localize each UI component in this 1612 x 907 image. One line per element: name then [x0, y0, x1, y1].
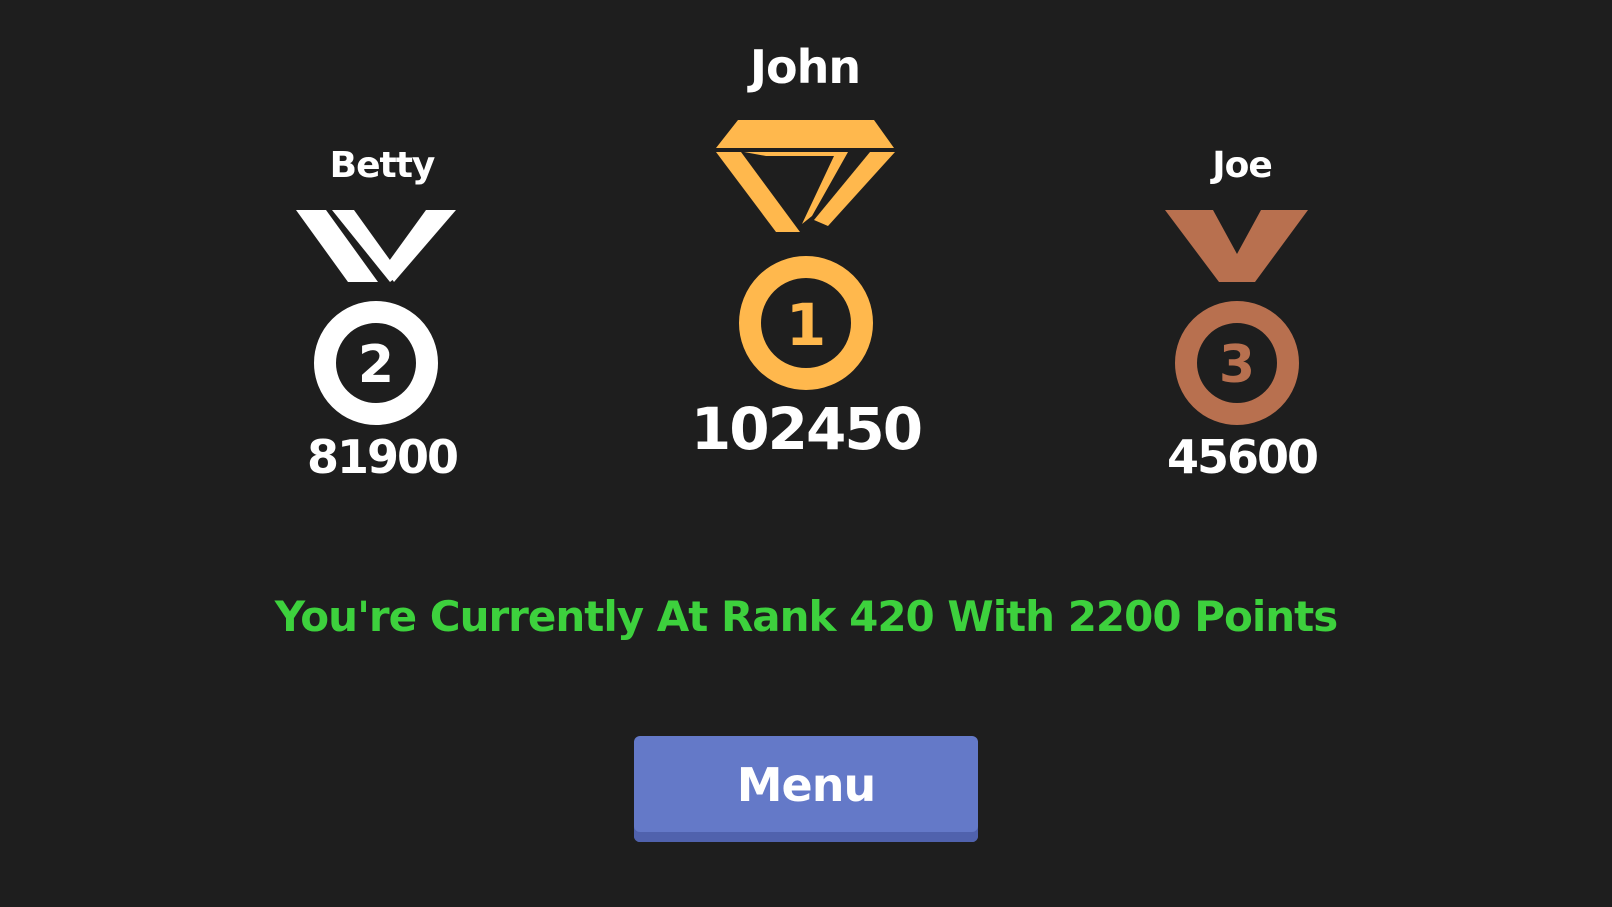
menu-button-label: Menu [736, 758, 876, 812]
second-place-name: Betty [329, 145, 436, 186]
player-rank-message: You're Currently At Rank 420 With 2200 P… [274, 592, 1338, 641]
third-place-rank-digit: 3 [1219, 335, 1255, 395]
first-place-rank-digit: 1 [786, 291, 826, 359]
first-place-score: 102450 [690, 395, 923, 463]
second-place-score: 81900 [306, 430, 459, 484]
menu-button[interactable]: Menu [634, 736, 978, 842]
first-place-name: John [749, 40, 861, 94]
gold-medal-icon: 1 [716, 120, 895, 390]
bronze-medal-icon: 3 [1165, 210, 1308, 425]
third-place-name: Joe [1212, 145, 1273, 186]
third-place-score: 45600 [1166, 430, 1319, 484]
silver-medal-icon: 2 [296, 210, 456, 425]
second-place-rank-digit: 2 [358, 335, 394, 395]
leaderboard-screen: Betty 2 81900 John 1 102450 Joe 3 45600 … [0, 0, 1612, 907]
